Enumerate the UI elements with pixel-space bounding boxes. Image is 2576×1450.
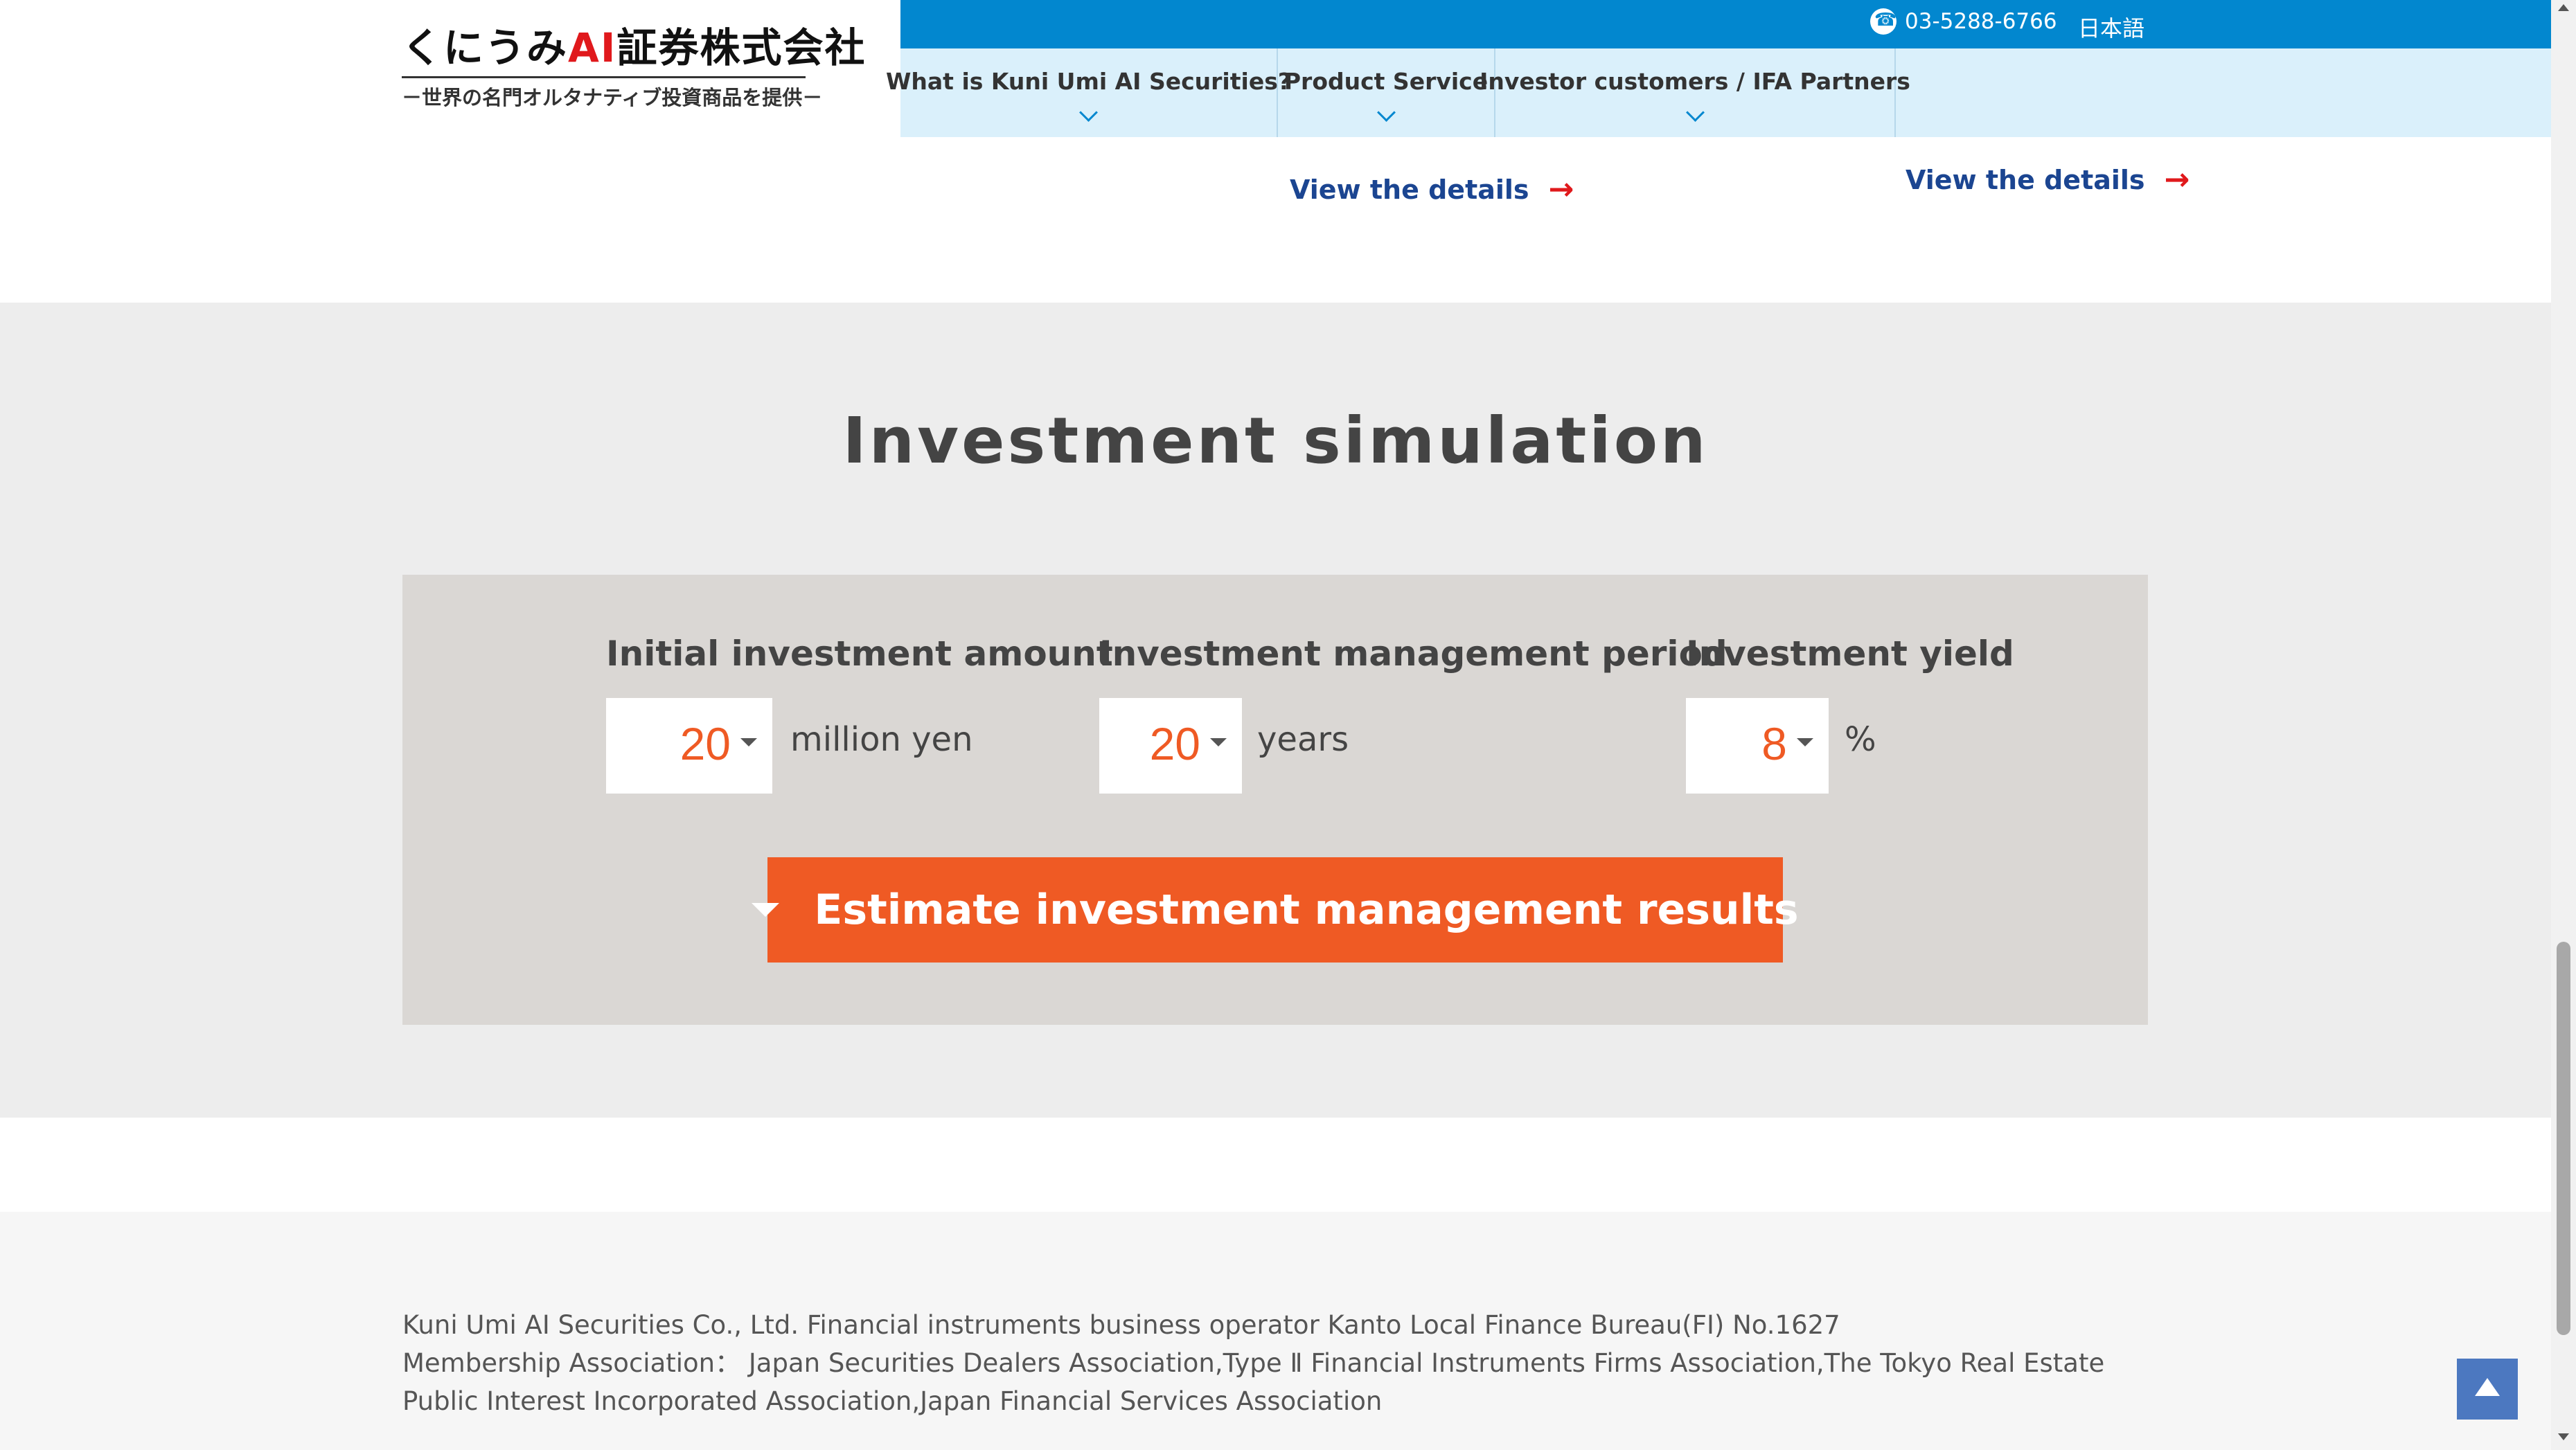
nav-item-about[interactable]: What is Kuni Umi AI Securities? bbox=[886, 48, 1291, 137]
chevron-down-icon bbox=[1685, 103, 1705, 122]
nav-item-label: What is Kuni Umi AI Securities? bbox=[886, 68, 1291, 95]
top-bar: 03-5288-6766 日本語 bbox=[900, 0, 2551, 48]
investment-simulation-section: Investment simulation Initial investment… bbox=[0, 303, 2551, 1118]
caret-down-icon bbox=[1797, 738, 1813, 746]
footer-text: Kuni Umi AI Securities Co., Ltd. Financi… bbox=[402, 1306, 2162, 1420]
footer-membership-line: Membership Association： Japan Securities… bbox=[402, 1348, 2105, 1416]
logo-prefix: くにうみ bbox=[402, 24, 569, 71]
period-unit: years bbox=[1257, 720, 1349, 759]
nav-item-label: Product Service bbox=[1283, 68, 1489, 95]
view-details-link[interactable]: View the details → bbox=[1290, 172, 1574, 207]
period-value: 20 bbox=[1149, 718, 1200, 769]
nav-item-product-service[interactable]: Product Service bbox=[1278, 48, 1495, 137]
amount-label: Initial investment amount bbox=[606, 634, 1113, 674]
view-details-label: View the details bbox=[1906, 164, 2145, 195]
scrollbar[interactable] bbox=[2551, 0, 2576, 1450]
section-title: Investment simulation bbox=[842, 404, 1709, 478]
triangle-down-icon bbox=[752, 903, 780, 917]
footer: Kuni Umi AI Securities Co., Ltd. Financi… bbox=[0, 1212, 2551, 1450]
period-select[interactable]: 20 bbox=[1099, 698, 1242, 794]
estimate-button-label: Estimate investment management results bbox=[814, 886, 1799, 934]
logo-ai: AI bbox=[568, 24, 617, 71]
scroll-up-arrow-icon[interactable] bbox=[2558, 4, 2569, 11]
view-details-link[interactable]: View the details → bbox=[1906, 162, 2189, 197]
nav-item-label: Investor customers / IFA Partners bbox=[1480, 68, 1910, 95]
phone-icon bbox=[1870, 8, 1897, 35]
estimate-results-button[interactable]: Estimate investment management results bbox=[752, 857, 1799, 963]
logo-divider bbox=[402, 76, 806, 78]
simulation-panel: Initial investment amount 20 million yen… bbox=[402, 575, 2148, 1025]
caret-down-icon bbox=[1210, 738, 1227, 746]
yield-unit: % bbox=[1845, 720, 1876, 759]
arrow-right-icon: → bbox=[2164, 162, 2190, 197]
arrow-right-icon: → bbox=[1548, 172, 1574, 207]
logo-text: くにうみAI証券株式会社 bbox=[402, 24, 864, 71]
scroll-down-arrow-icon[interactable] bbox=[2558, 1433, 2569, 1440]
amount-value: 20 bbox=[679, 718, 731, 769]
yield-label: Investment yield bbox=[1686, 634, 2014, 674]
caret-down-icon bbox=[740, 738, 757, 746]
logo-suffix: 証券株式会社 bbox=[616, 24, 867, 71]
main-nav: What is Kuni Umi AI Securities? Product … bbox=[886, 48, 2551, 137]
chevron-down-icon bbox=[1079, 103, 1098, 122]
phone-link[interactable]: 03-5288-6766 bbox=[1870, 8, 2057, 35]
language-switch[interactable]: 日本語 bbox=[2078, 11, 2144, 43]
scrollbar-thumb[interactable] bbox=[2557, 942, 2570, 1335]
yield-select[interactable]: 8 bbox=[1686, 698, 1829, 794]
site-logo[interactable]: くにうみAI証券株式会社 －世界の名門オルタナティブ投資商品を提供－ bbox=[402, 24, 864, 115]
footer-company-line: Kuni Umi AI Securities Co., Ltd. Financi… bbox=[402, 1310, 1840, 1340]
yield-value: 8 bbox=[1761, 718, 1787, 769]
amount-unit: million yen bbox=[790, 720, 973, 759]
nav-item-investor-ifa[interactable]: Investor customers / IFA Partners bbox=[1480, 48, 1910, 137]
amount-select[interactable]: 20 bbox=[606, 698, 772, 794]
phone-number: 03-5288-6766 bbox=[1905, 9, 2057, 34]
logo-tagline: －世界の名門オルタナティブ投資商品を提供－ bbox=[402, 86, 823, 109]
back-to-top-button[interactable] bbox=[2457, 1359, 2518, 1420]
chevron-down-icon bbox=[1376, 103, 1396, 122]
view-details-label: View the details bbox=[1290, 174, 1529, 205]
period-label: Investment management period bbox=[1099, 634, 1727, 674]
